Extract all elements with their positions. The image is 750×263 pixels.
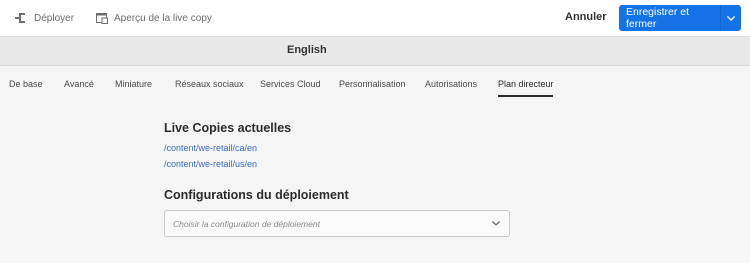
tab-plan-directeur[interactable]: Plan directeur	[498, 79, 554, 89]
rollout-config-placeholder: Choisir la configuration de déploiement	[173, 219, 320, 229]
rollout-config-select[interactable]: Choisir la configuration de déploiement	[164, 210, 510, 237]
active-tab-indicator	[498, 95, 553, 97]
chevron-down-icon	[492, 221, 500, 226]
live-copy-link[interactable]: /content/we-retail/ca/en	[164, 143, 257, 153]
deploy-label: Déployer	[34, 12, 75, 24]
page-title-bar: English	[0, 37, 750, 66]
chevron-down-icon	[727, 15, 735, 21]
live-copy-preview-label: Aperçu de la live copy	[114, 12, 212, 24]
cancel-button[interactable]: Annuler	[565, 11, 607, 23]
save-and-close-label: Enregistrer et fermer	[626, 6, 690, 30]
top-toolbar: Déployer Aperçu de la live copy Annuler …	[0, 0, 750, 37]
tab-autorisations[interactable]: Autorisations	[425, 79, 477, 89]
live-copy-preview-icon	[96, 13, 108, 24]
page-title: English	[287, 44, 327, 56]
rollout-configs-heading: Configurations du déploiement	[164, 188, 349, 202]
deploy-icon	[15, 13, 25, 23]
tab-de-base[interactable]: De base	[9, 79, 43, 89]
save-and-close-button[interactable]: Enregistrer et fermer	[619, 5, 741, 31]
tab-avance[interactable]: Avancé	[64, 79, 94, 89]
live-copy-preview-button[interactable]: Aperçu de la live copy	[96, 0, 212, 36]
tab-miniature[interactable]: Miniature	[115, 79, 152, 89]
tab-personnalisation[interactable]: Personnalisation	[339, 79, 406, 89]
tab-bar: De base Avancé Miniature Réseaux sociaux…	[0, 66, 750, 100]
live-copies-heading: Live Copies actuelles	[164, 121, 292, 135]
tab-reseaux-sociaux[interactable]: Réseaux sociaux	[175, 79, 244, 89]
tab-services-cloud[interactable]: Services Cloud	[260, 79, 321, 89]
live-copy-link[interactable]: /content/we-retail/us/en	[164, 159, 257, 169]
deploy-button[interactable]: Déployer	[14, 0, 74, 36]
save-options-dropdown[interactable]	[721, 15, 741, 21]
